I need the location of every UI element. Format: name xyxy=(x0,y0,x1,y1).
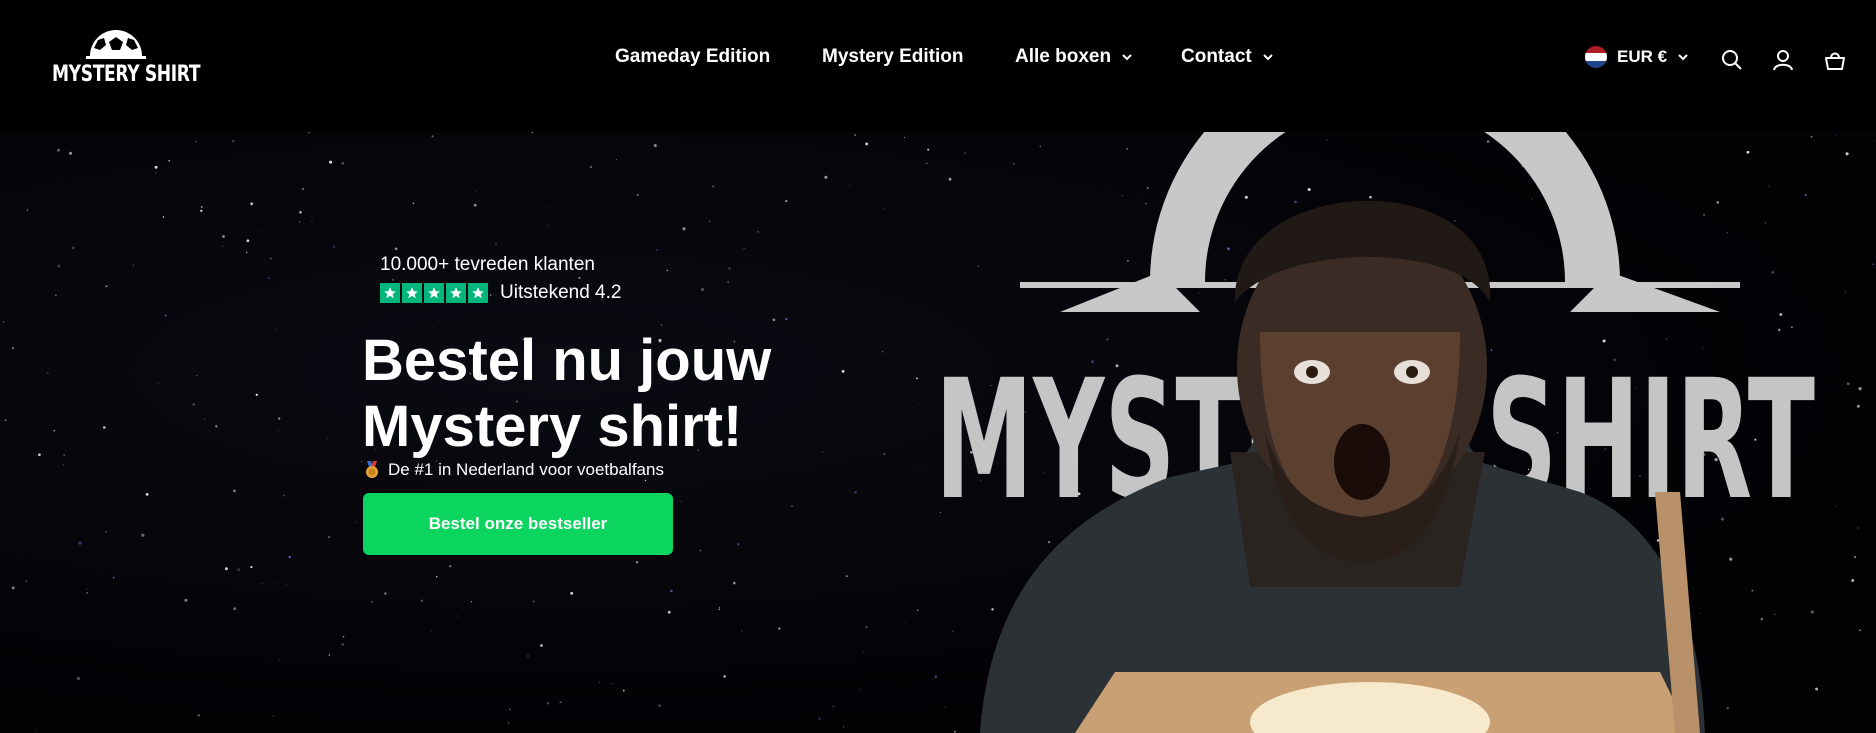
nav-contact[interactable]: Contact xyxy=(1181,46,1274,68)
nav-mystery-edition[interactable]: Mystery Edition xyxy=(822,46,963,68)
chevron-down-icon xyxy=(1263,54,1273,61)
search-icon[interactable] xyxy=(1720,48,1744,72)
nav-label: Alle boxen xyxy=(1015,46,1112,67)
netherlands-flag-icon xyxy=(1585,46,1607,68)
nav-alle-boxen[interactable]: Alle boxen xyxy=(1015,46,1133,68)
site-header: MYSTERY SHIRT Gameday Edition Mystery Ed… xyxy=(0,0,1876,132)
trustpilot-rating[interactable]: Uitstekend 4.2 xyxy=(380,282,621,304)
rating-star-icon xyxy=(446,283,466,303)
cart-icon[interactable] xyxy=(1823,48,1847,72)
account-icon[interactable] xyxy=(1771,48,1795,72)
currency-label: EUR € xyxy=(1617,47,1668,66)
hero-image: MYSTERY SHIRT xyxy=(935,132,1815,733)
rating-label: Uitstekend 4.2 xyxy=(500,282,622,303)
social-proof-text: 10.000+ tevreden klanten xyxy=(380,254,595,275)
medal-icon xyxy=(366,461,378,478)
chevron-down-icon xyxy=(1122,54,1132,61)
order-bestseller-button[interactable]: Bestel onze bestseller xyxy=(363,493,673,555)
nav-gameday-edition[interactable]: Gameday Edition xyxy=(615,46,770,68)
nav-label: Contact xyxy=(1181,46,1252,67)
hero-subline: De #1 in Nederland voor voetbalfans xyxy=(364,460,664,480)
rating-stars xyxy=(380,283,488,303)
currency-selector[interactable]: EUR € xyxy=(1585,46,1689,68)
nav-label: Gameday Edition xyxy=(615,46,771,67)
rating-star-icon xyxy=(380,283,400,303)
rating-star-icon xyxy=(424,283,444,303)
rating-star-icon xyxy=(402,283,422,303)
nav-label: Mystery Edition xyxy=(822,46,964,67)
chevron-down-icon xyxy=(1678,54,1688,61)
headline-line-1: Bestel nu jouw xyxy=(362,328,772,393)
subline-text: De #1 in Nederland voor voetbalfans xyxy=(388,460,664,479)
hero-section: MYSTERY SHIRT 10.000+ tevreden klanten U… xyxy=(0,132,1876,733)
rating-star-icon xyxy=(468,283,488,303)
headline-line-2: Mystery shirt! xyxy=(362,394,743,459)
hero-headline: Bestel nu jouw Mystery shirt! xyxy=(362,328,771,460)
